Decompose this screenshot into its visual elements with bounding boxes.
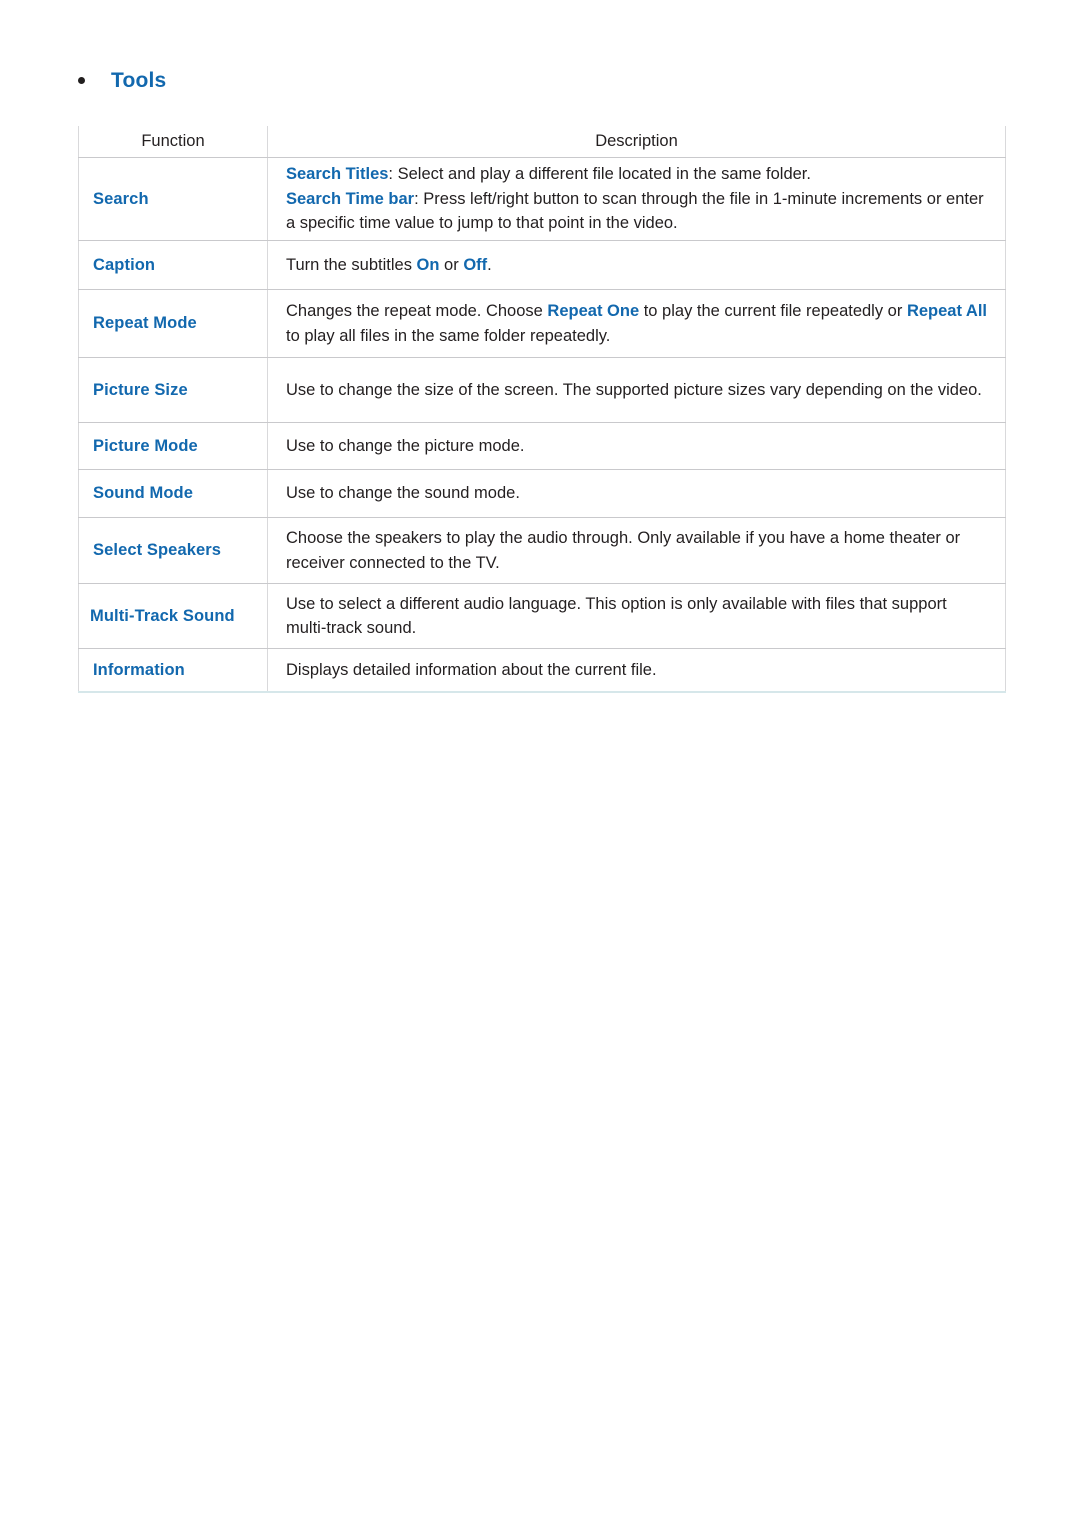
function-label: Information (78, 648, 268, 693)
function-label: Multi-Track Sound (78, 583, 268, 649)
description-cell: Use to change the sound mode. (267, 469, 1006, 518)
description-cell: Use to change the size of the screen. Th… (267, 357, 1006, 423)
function-label: Select Speakers (78, 517, 268, 584)
table-row: Picture Mode Use to change the picture m… (78, 422, 1006, 470)
description-cell: Changes the repeat mode. Choose Repeat O… (267, 289, 1006, 358)
function-label: Picture Size (78, 357, 268, 423)
function-label: Caption (78, 240, 268, 290)
description-cell: Displays detailed information about the … (267, 648, 1006, 693)
table-row: Information Displays detailed informatio… (78, 648, 1006, 693)
description-cell: Use to change the picture mode. (267, 422, 1006, 470)
table-body: Search Search Titles: Select and play a … (78, 157, 1006, 693)
function-label: Picture Mode (78, 422, 268, 470)
function-label: Sound Mode (78, 469, 268, 518)
table-row: Multi-Track Sound Use to select a differ… (78, 583, 1006, 649)
table-row: Repeat Mode Changes the repeat mode. Cho… (78, 289, 1006, 358)
section-heading: Tools (78, 70, 166, 91)
document-page: Tools Function Description Search Search… (0, 0, 1080, 1527)
function-label: Repeat Mode (78, 289, 268, 358)
table-row: Caption Turn the subtitles On or Off. (78, 240, 1006, 290)
description-cell: Choose the speakers to play the audio th… (267, 517, 1006, 584)
table-row: Picture Size Use to change the size of t… (78, 357, 1006, 423)
description-cell: Search Titles: Select and play a differe… (267, 157, 1006, 241)
description-cell: Use to select a different audio language… (267, 583, 1006, 649)
page-title: Tools (111, 69, 167, 92)
column-header-function: Function (78, 126, 268, 158)
tools-table: Function Description Search Search Title… (78, 126, 1006, 693)
bullet-dot-icon (78, 77, 85, 84)
function-label: Search (78, 157, 268, 241)
table-header: Function Description (78, 126, 1006, 158)
table-row: Sound Mode Use to change the sound mode. (78, 469, 1006, 518)
table-row: Search Search Titles: Select and play a … (78, 157, 1006, 241)
column-header-description: Description (267, 126, 1006, 158)
description-cell: Turn the subtitles On or Off. (267, 240, 1006, 290)
table-header-row: Function Description (78, 126, 1006, 158)
table-row: Select Speakers Choose the speakers to p… (78, 517, 1006, 584)
